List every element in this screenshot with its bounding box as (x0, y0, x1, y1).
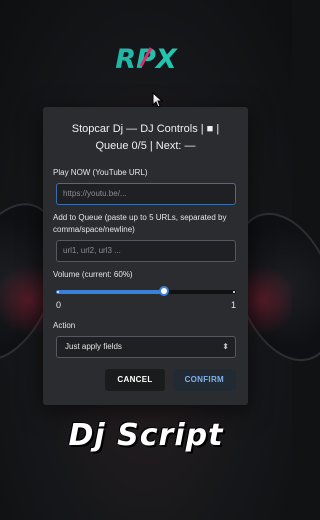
slider-min-label: 0 (56, 300, 62, 310)
dj-controls-dialog: Stopcar Dj — DJ Controls | ■ | Queue 0/5… (43, 107, 248, 405)
dj-script-caption: Dj Script (68, 418, 224, 453)
mouse-cursor-icon (152, 92, 164, 108)
chevron-updown-icon: ⬍ (222, 342, 229, 351)
play-now-input[interactable]: https://youtu.be/... (56, 183, 236, 205)
slider-fill (56, 290, 164, 294)
slider-min-dot (57, 291, 59, 293)
cancel-button[interactable]: CANCEL (105, 369, 165, 391)
confirm-button[interactable]: CONFIRM (172, 369, 236, 391)
play-now-label: Play NOW (YouTube URL) (53, 168, 148, 177)
rpx-logo: RPX (0, 42, 292, 74)
action-select[interactable]: Just apply fields ⬍ (56, 336, 236, 358)
slider-max-label: 1 (230, 300, 236, 310)
slider-handle[interactable] (159, 286, 169, 296)
volume-slider[interactable]: 0 1 (56, 283, 236, 313)
volume-label: Volume (current: 60%) (53, 270, 133, 279)
slider-max-dot (233, 291, 235, 293)
action-label: Action (53, 321, 76, 330)
queue-label: Add to Queue (paste up to 5 URLs, separa… (53, 213, 227, 234)
dialog-title: Stopcar Dj — DJ Controls | ■ | Queue 0/5… (71, 123, 220, 152)
queue-input[interactable]: url1, url2, url3 ... (56, 240, 236, 262)
action-selected-value: Just apply fields (65, 342, 122, 351)
